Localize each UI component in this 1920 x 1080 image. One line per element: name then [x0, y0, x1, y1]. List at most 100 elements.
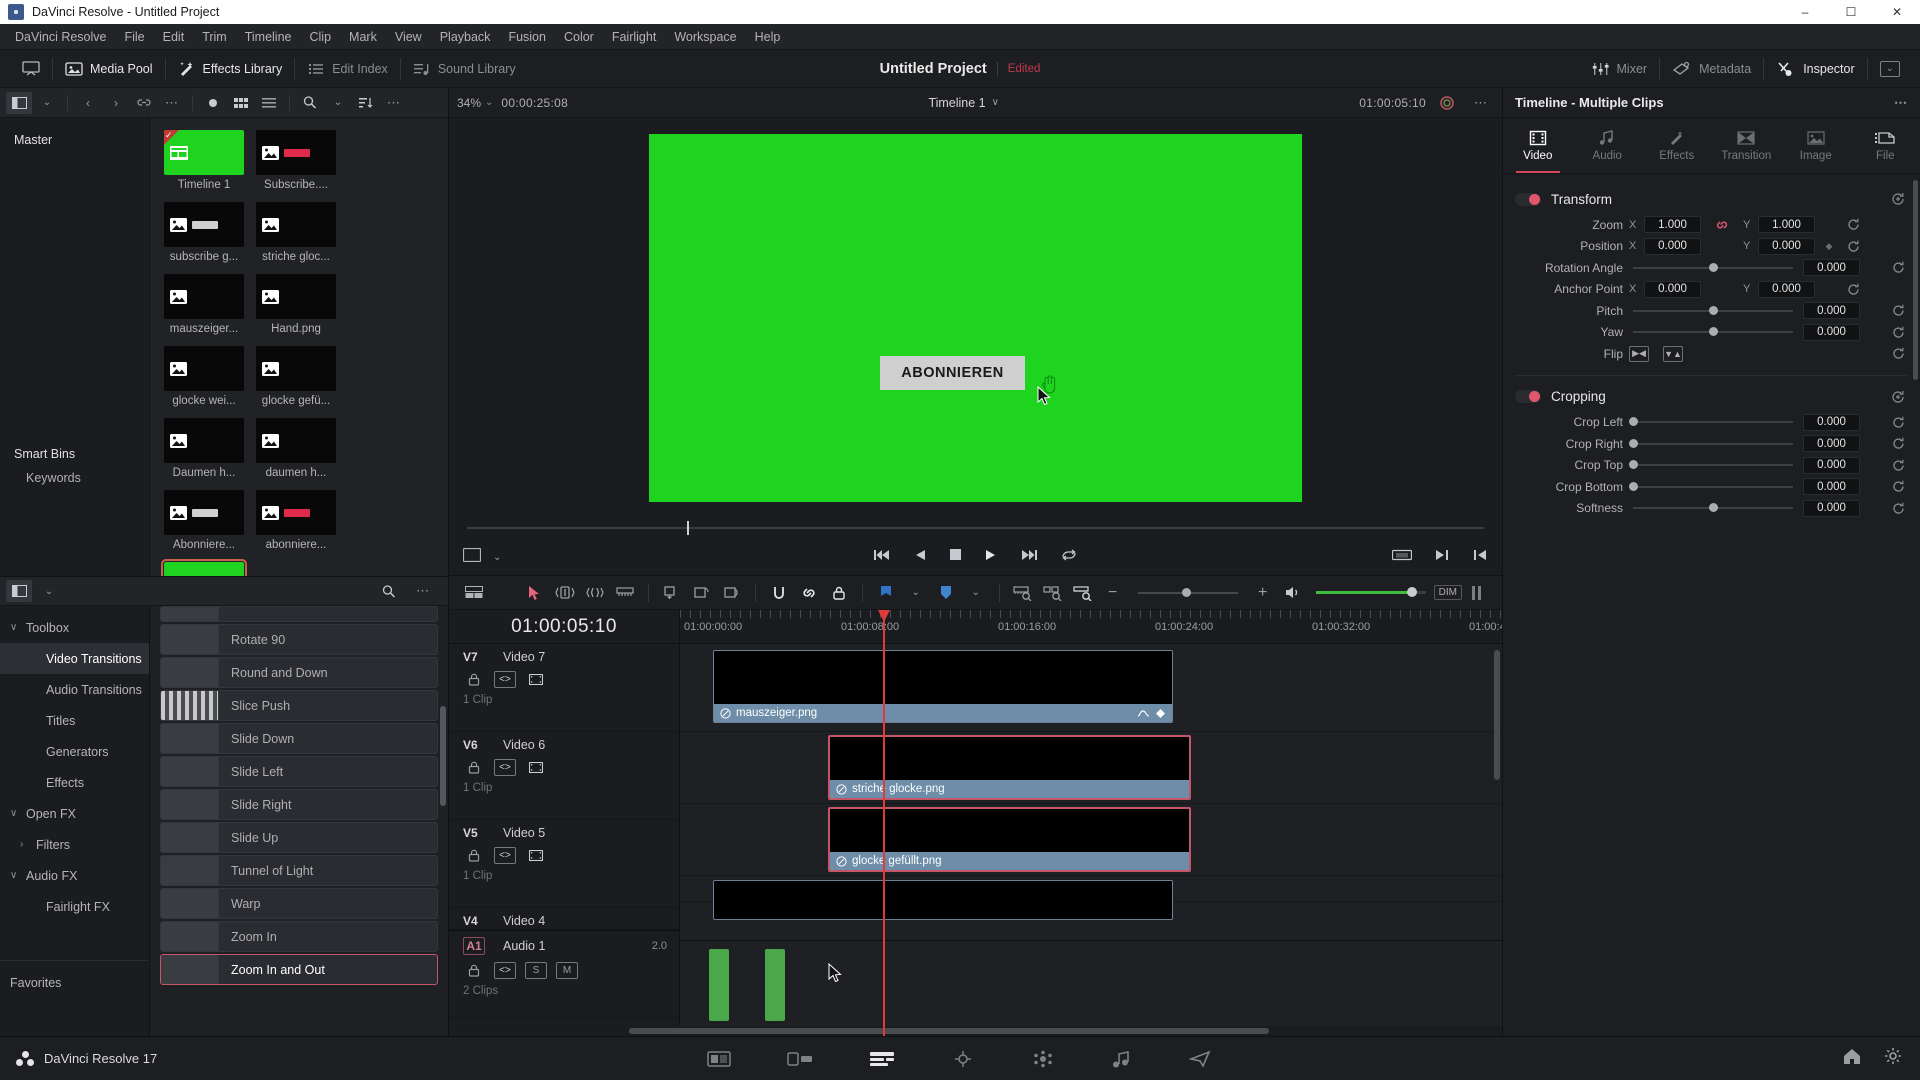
fx-item[interactable]: Zoom In — [160, 921, 438, 952]
chevron-down-icon[interactable]: ⌄ — [493, 552, 501, 563]
fx-item[interactable] — [160, 606, 438, 622]
snapping-button[interactable] — [764, 581, 794, 605]
media-thumbnail[interactable] — [164, 274, 244, 319]
track-video-enable-button[interactable] — [525, 671, 547, 688]
marker-button[interactable] — [931, 581, 961, 605]
go-to-end-button[interactable] — [1020, 548, 1038, 567]
edit-index-button[interactable]: Edit Index — [295, 50, 400, 88]
track-video-enable-button[interactable] — [525, 847, 547, 864]
menu-item-file[interactable]: File — [115, 24, 153, 50]
parameter-reset-button[interactable] — [1888, 480, 1908, 493]
viewer-zoom-control[interactable]: 34% ⌄ — [457, 96, 493, 110]
media-thumbnail[interactable] — [256, 346, 336, 391]
detail-zoom-button[interactable] — [1038, 581, 1068, 605]
track-header-v6[interactable]: V6 Video 6 <> 1 Clip — [449, 732, 679, 820]
parameter-slider[interactable] — [1629, 438, 1793, 448]
track-lock-button[interactable] — [463, 847, 485, 864]
parameter-value-field[interactable]: 0.000 — [1803, 302, 1860, 320]
track-lane-v5[interactable]: glocke gefüllt.png — [680, 804, 1502, 876]
metadata-button[interactable]: Metadata — [1660, 50, 1763, 88]
fx-category-open-fx[interactable]: ∨ Open FX — [0, 798, 149, 829]
tab-image[interactable]: Image — [1781, 118, 1851, 173]
next-marker-button[interactable] — [1434, 548, 1450, 567]
timeline-timecode-display[interactable]: 01:00:05:10 — [449, 610, 679, 644]
custom-zoom-button[interactable] — [1068, 581, 1098, 605]
mixer-button[interactable]: Mixer — [1580, 50, 1660, 88]
tab-transition[interactable]: Transition — [1712, 118, 1782, 173]
effects-options-button[interactable]: ⋯ — [410, 580, 436, 602]
fx-favorites[interactable]: Favorites — [0, 960, 149, 991]
viewer-current-timecode[interactable]: 01:00:05:10 — [1359, 96, 1426, 110]
list-view-button[interactable] — [256, 92, 282, 114]
media-pool-item[interactable]: glocke gefü... — [256, 346, 342, 407]
parameter-value-field[interactable]: 0.000 — [1803, 323, 1860, 341]
media-pool-item[interactable]: mauszeiger... — [164, 274, 250, 335]
parameter-y-field[interactable]: 1.000 — [1758, 216, 1815, 234]
viewer-scrubber[interactable] — [449, 517, 1502, 539]
viewer-fit-button[interactable] — [1391, 548, 1413, 567]
flag-lock-button[interactable] — [824, 581, 854, 605]
track-auto-select-button[interactable]: <> — [494, 847, 516, 864]
parameter-value-field[interactable]: 0.000 — [1803, 259, 1860, 277]
section-reset-button[interactable] — [1888, 390, 1908, 404]
parameter-slider[interactable] — [1629, 481, 1793, 491]
zoom-in-button[interactable]: + — [1248, 581, 1278, 605]
fx-category-titles[interactable]: Titles — [0, 705, 149, 736]
track-auto-select-button[interactable]: <> — [494, 671, 516, 688]
media-thumbnail[interactable] — [256, 130, 336, 175]
tab-effects[interactable]: Effects — [1642, 118, 1712, 173]
bin-master[interactable]: Master — [0, 128, 149, 152]
slider-knob[interactable] — [1709, 327, 1718, 337]
media-thumbnail[interactable] — [164, 130, 244, 175]
fx-category-audio-transitions[interactable]: Audio Transitions — [0, 674, 149, 705]
viewer-duration-timecode[interactable]: 00:00:25:08 — [501, 96, 568, 110]
timeline-vertical-scrollbar[interactable] — [1494, 650, 1500, 780]
fx-category-fairlight-fx[interactable]: Fairlight FX — [0, 891, 149, 922]
overwrite-clip-button[interactable] — [687, 581, 717, 605]
parameter-y-field[interactable]: 0.000 — [1758, 280, 1815, 298]
media-pool-item[interactable]: glocke wei... — [164, 346, 250, 407]
parameter-reset-button[interactable] — [1888, 304, 1908, 317]
fx-category-generators[interactable]: Generators — [0, 736, 149, 767]
menu-item-help[interactable]: Help — [746, 24, 790, 50]
effects-list-scrollbar[interactable] — [440, 706, 446, 806]
media-thumbnail[interactable] — [161, 559, 247, 576]
scrubber-track[interactable] — [467, 521, 1484, 535]
parameter-reset-button[interactable] — [1888, 437, 1908, 450]
timeline-horizontal-scrollbar-track[interactable] — [449, 1026, 1502, 1036]
media-pool-item[interactable]: daumen h... — [256, 418, 342, 479]
master-volume-slider[interactable] — [1315, 587, 1426, 597]
thumbnail-view-button[interactable] — [228, 92, 254, 114]
parameter-reset-button[interactable] — [1843, 283, 1863, 296]
dim-audio-button[interactable]: DIM — [1433, 585, 1462, 600]
tab-file[interactable]: File — [1851, 118, 1920, 173]
slider-knob[interactable] — [1629, 438, 1638, 448]
media-pool-item[interactable]: subscribe g... — [164, 202, 250, 263]
menu-item-trim[interactable]: Trim — [193, 24, 236, 50]
selection-tool-button[interactable] — [520, 581, 550, 605]
fx-category-effects[interactable]: Effects — [0, 767, 149, 798]
parameter-slider[interactable] — [1629, 460, 1793, 470]
track-lock-button[interactable] — [463, 962, 485, 979]
audio-track-lane[interactable] — [680, 940, 1502, 1036]
viewer-display-mode-button[interactable] — [462, 547, 482, 567]
fx-category-toolbox[interactable]: ∨ Toolbox — [0, 612, 149, 643]
marker-dropdown-button[interactable]: ⌄ — [961, 581, 991, 605]
scrubber-playhead[interactable] — [686, 521, 689, 535]
play-reverse-button[interactable] — [913, 548, 927, 567]
flip-horizontal-button[interactable]: ▶◀ — [1629, 345, 1649, 362]
edit-page-button[interactable] — [869, 1050, 895, 1068]
trim-edit-mode-button[interactable] — [550, 581, 580, 605]
slider-knob[interactable] — [1629, 481, 1638, 491]
media-pool-item[interactable]: abonniere... — [256, 490, 342, 551]
effects-search-button[interactable] — [376, 580, 402, 602]
parameter-slider[interactable] — [1633, 327, 1793, 337]
color-page-button[interactable] — [1031, 1050, 1055, 1068]
inspector-options-button[interactable]: ⋯ — [1894, 95, 1908, 111]
media-pool-item[interactable]: Subscribe.... — [256, 130, 342, 191]
media-thumbnail[interactable] — [164, 346, 244, 391]
timeline-horizontal-scrollbar-thumb[interactable] — [629, 1028, 1269, 1034]
volume-slider-knob[interactable] — [1406, 587, 1417, 597]
panel-layout-button[interactable] — [6, 91, 32, 114]
menu-item-timeline[interactable]: Timeline — [236, 24, 301, 50]
